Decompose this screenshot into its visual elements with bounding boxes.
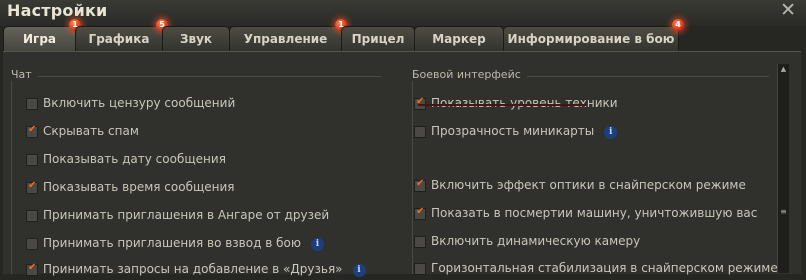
tab-marker[interactable]: Маркер bbox=[414, 26, 504, 51]
window-title: Настройки bbox=[7, 1, 108, 20]
option-label: Включить динамическую камеру bbox=[431, 234, 641, 248]
option-label: Включить цензуру сообщений bbox=[43, 96, 236, 110]
tab-label: Управление bbox=[243, 32, 328, 46]
tab-game[interactable]: Игра 1 bbox=[3, 19, 81, 52]
tab-label: Звук bbox=[179, 32, 213, 46]
scrollbar[interactable]: ▲ ≡ bbox=[777, 64, 789, 273]
tab-label: Прицел bbox=[351, 32, 405, 46]
checkbox[interactable] bbox=[26, 180, 38, 194]
info-icon[interactable]: i bbox=[310, 238, 324, 251]
option-label: Показать в посмертии машину, уничтожившу… bbox=[431, 206, 758, 220]
close-icon[interactable]: ✕ bbox=[780, 0, 796, 21]
checkbox[interactable] bbox=[26, 154, 38, 166]
scroll-up-icon[interactable]: ▲ bbox=[778, 64, 789, 74]
tab-label: Графика bbox=[88, 32, 150, 46]
checkbox[interactable] bbox=[26, 124, 38, 138]
scroll-grip-icon[interactable]: ≡ bbox=[779, 208, 788, 216]
group-title: Чат bbox=[11, 68, 38, 81]
checkbox[interactable] bbox=[26, 238, 38, 250]
settings-tabs: Игра 1 Графика 5 Звук Управление 1 Прице… bbox=[3, 19, 803, 52]
tab-battle-notifications[interactable]: Информирование в бою 4 bbox=[503, 19, 684, 51]
option-label: Принимать приглашения в Ангаре от друзей bbox=[43, 208, 330, 222]
option-label: Включить эффект оптики в снайперском реж… bbox=[431, 178, 746, 192]
tab-graphics[interactable]: Графика 5 bbox=[75, 19, 168, 51]
notification-badge: 4 bbox=[672, 19, 684, 31]
group-title: Боевой интерфейс bbox=[412, 68, 527, 81]
window-titlebar: Настройки ✕ bbox=[0, 0, 806, 26]
option-label: Скрывать спам bbox=[43, 124, 139, 138]
option-label: Показывать уровень техники bbox=[431, 96, 618, 110]
option-label: Принимать приглашения во взвод в бою bbox=[43, 236, 301, 250]
checkbox[interactable] bbox=[26, 262, 38, 276]
tab-sight[interactable]: Прицел bbox=[341, 26, 415, 51]
checkbox[interactable] bbox=[414, 236, 426, 248]
checkbox[interactable] bbox=[414, 206, 426, 220]
info-icon[interactable]: i bbox=[604, 126, 618, 139]
checkbox[interactable] bbox=[414, 178, 426, 192]
tab-label: Маркер bbox=[432, 32, 486, 46]
option-label: Показывать время сообщения bbox=[43, 180, 235, 194]
option-label: Прозрачность миникарты bbox=[431, 124, 595, 138]
tab-sound[interactable]: Звук bbox=[162, 26, 230, 51]
checkbox[interactable] bbox=[414, 126, 426, 138]
tab-label: Игра bbox=[23, 32, 56, 46]
info-icon[interactable]: i bbox=[352, 264, 366, 277]
tab-controls[interactable]: Управление 1 bbox=[229, 19, 347, 51]
option-label: Принимать запросы на добавление в «Друзь… bbox=[43, 262, 343, 276]
minimap-transparency-slider[interactable] bbox=[418, 104, 586, 106]
checkbox[interactable] bbox=[26, 98, 38, 110]
checkbox[interactable] bbox=[414, 263, 426, 275]
checkbox[interactable] bbox=[26, 210, 38, 222]
tab-label: Информирование в бою bbox=[507, 32, 675, 46]
option-label: Показывать дату сообщения bbox=[43, 152, 226, 166]
